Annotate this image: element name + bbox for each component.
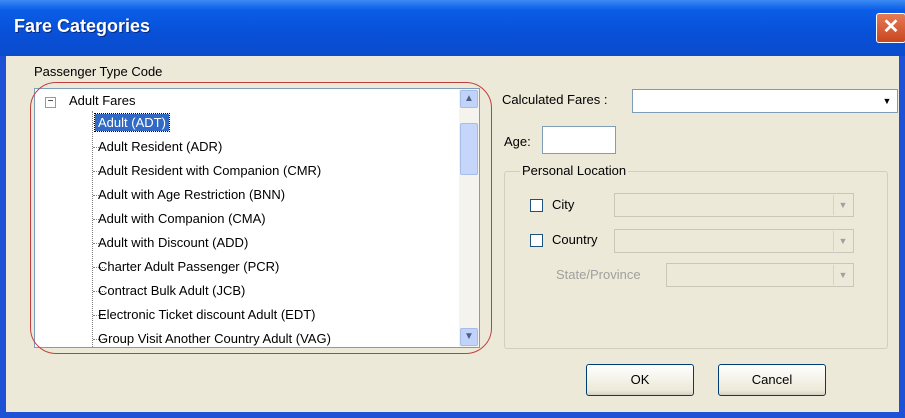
- passenger-type-code-label: Passenger Type Code: [34, 64, 163, 79]
- tree-item-label: Group Visit Another Country Adult (VAG): [98, 331, 331, 346]
- calculated-fares-label: Calculated Fares :: [502, 92, 608, 107]
- scroll-down-icon[interactable]: ▼: [460, 328, 478, 346]
- tree-scrollbar[interactable]: ▲ ▼: [459, 89, 479, 347]
- tree-item-label: Adult Resident with Companion (CMR): [98, 163, 322, 178]
- country-label: Country: [552, 232, 598, 247]
- ok-button[interactable]: OK: [586, 364, 694, 396]
- close-icon: ✕: [882, 16, 900, 38]
- fare-categories-dialog: Fare Categories ✕ Passenger Type Code − …: [0, 0, 905, 418]
- state-province-label: State/Province: [556, 267, 641, 282]
- personal-location-legend: Personal Location: [520, 163, 629, 178]
- tree-item-label: Contract Bulk Adult (JCB): [98, 283, 246, 298]
- chevron-down-icon: ▼: [833, 195, 852, 215]
- scroll-thumb[interactable]: [460, 123, 478, 175]
- tree-root-adult-fares[interactable]: Adult Fares: [69, 93, 135, 108]
- title-bar[interactable]: Fare Categories ✕: [0, 0, 905, 56]
- tree-item-label: Electronic Ticket discount Adult (EDT): [98, 307, 316, 322]
- tree-item-label: Adult Resident (ADR): [98, 139, 223, 154]
- scroll-up-icon[interactable]: ▲: [460, 90, 478, 108]
- tree-item-label: Adult (ADT): [94, 113, 170, 132]
- tree-item-label: Charter Adult Passenger (PCR): [98, 259, 280, 274]
- tree-item-label: Adult with Age Restriction (BNN): [98, 187, 286, 202]
- chevron-down-icon: ▼: [833, 231, 852, 251]
- tree-item-label: Adult with Companion (CMA): [98, 211, 266, 226]
- chevron-down-icon: ▼: [833, 265, 852, 285]
- cancel-button[interactable]: Cancel: [718, 364, 826, 396]
- city-select[interactable]: ▼: [614, 193, 854, 217]
- age-label: Age:: [504, 134, 531, 149]
- state-province-select[interactable]: ▼: [666, 263, 854, 287]
- city-label: City: [552, 197, 575, 212]
- country-checkbox[interactable]: [530, 234, 543, 247]
- passenger-type-tree[interactable]: − Adult Fares Adult (ADT) Adult Resident…: [34, 88, 480, 348]
- window-title: Fare Categories: [14, 16, 151, 36]
- country-select[interactable]: ▼: [614, 229, 854, 253]
- calculated-fares-select[interactable]: ▼: [632, 89, 898, 113]
- tree-item-label: Adult with Discount (ADD): [98, 235, 249, 250]
- close-button[interactable]: ✕: [876, 13, 905, 43]
- dialog-body: Passenger Type Code − Adult Fares Adult …: [6, 56, 899, 412]
- city-checkbox[interactable]: [530, 199, 543, 212]
- collapse-icon[interactable]: −: [45, 97, 56, 108]
- age-input[interactable]: [542, 126, 616, 154]
- chevron-down-icon[interactable]: ▼: [878, 91, 896, 111]
